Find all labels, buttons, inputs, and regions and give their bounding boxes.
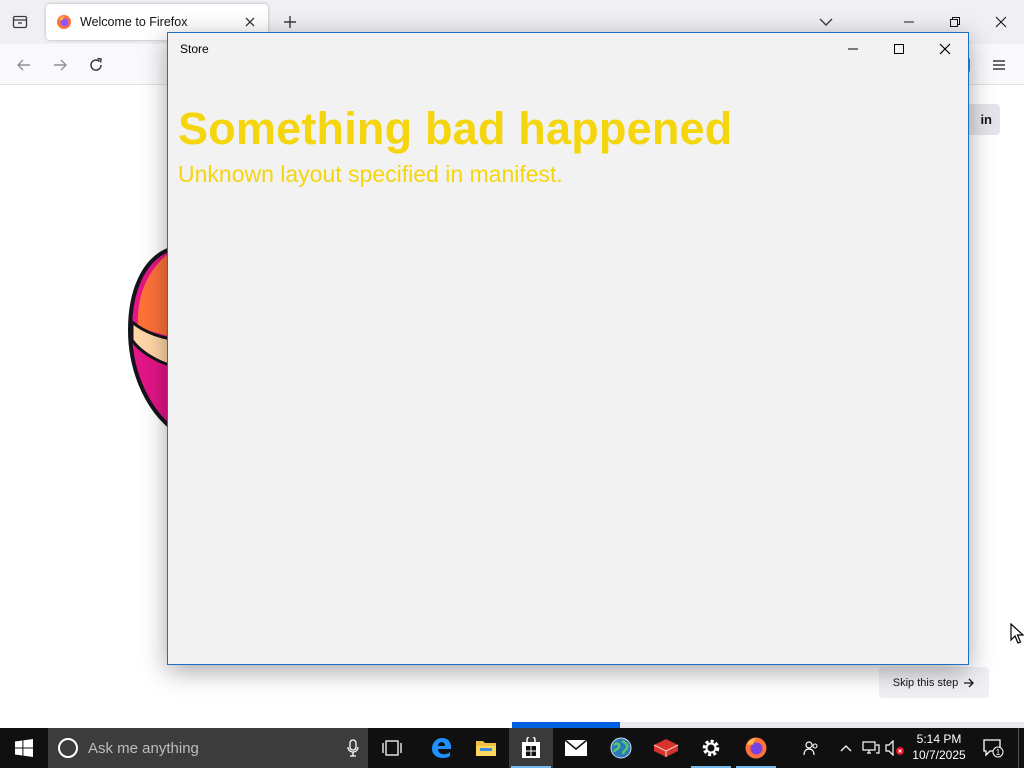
firefox-taskbar-button[interactable] xyxy=(734,728,778,768)
store-close-icon[interactable] xyxy=(922,33,968,64)
new-tab-icon[interactable] xyxy=(278,10,302,34)
volume-muted-icon xyxy=(885,740,904,756)
notification-icon: 1 xyxy=(983,739,1004,758)
arrow-right-icon xyxy=(964,678,975,687)
store-title-bar[interactable]: Store xyxy=(168,33,968,65)
globe-app-icon xyxy=(610,737,632,759)
settings-icon xyxy=(702,739,720,757)
windows-logo-icon xyxy=(15,739,33,757)
list-all-tabs-icon[interactable] xyxy=(814,10,838,34)
tab-title: Welcome to Firefox xyxy=(80,15,188,29)
firefox-icon xyxy=(745,737,767,759)
show-hidden-icons-button[interactable] xyxy=(836,728,856,768)
red-app-taskbar-button[interactable] xyxy=(644,728,688,768)
store-icon xyxy=(522,737,540,758)
firefox-view-button[interactable] xyxy=(6,8,34,36)
show-desktop-button[interactable] xyxy=(1018,728,1024,768)
red-app-icon xyxy=(653,739,679,757)
reload-icon[interactable] xyxy=(83,52,109,78)
mail-taskbar-button[interactable] xyxy=(554,728,598,768)
task-view-icon xyxy=(382,740,402,756)
task-view-button[interactable] xyxy=(370,728,414,768)
taskbar: Ask me anything 5:14 PM 10/7/2025 1 xyxy=(0,728,1024,768)
search-placeholder: Ask me anything xyxy=(88,739,199,757)
taskbar-clock[interactable]: 5:14 PM 10/7/2025 xyxy=(906,731,972,765)
firefox-view-icon xyxy=(12,15,28,29)
back-icon[interactable] xyxy=(11,52,37,78)
start-button[interactable] xyxy=(0,728,48,768)
skip-step-label: Skip this step xyxy=(892,676,959,689)
mouse-pointer-icon xyxy=(1010,623,1024,644)
clock-date: 10/7/2025 xyxy=(912,748,966,762)
store-window: Store Something bad happened Unknown lay… xyxy=(167,32,969,665)
cortana-icon xyxy=(58,738,78,758)
people-button[interactable] xyxy=(796,728,826,768)
file-explorer-taskbar-button[interactable] xyxy=(464,728,508,768)
people-icon xyxy=(803,741,818,756)
clock-time: 5:14 PM xyxy=(916,732,962,746)
sign-in-label: in xyxy=(980,112,992,127)
mail-icon xyxy=(564,739,588,756)
store-window-title: Store xyxy=(180,42,209,56)
file-explorer-icon xyxy=(476,741,496,756)
close-icon[interactable] xyxy=(978,0,1024,44)
store-window-controls xyxy=(830,33,968,64)
volume-tray-button[interactable] xyxy=(884,728,906,768)
forward-icon[interactable] xyxy=(47,52,73,78)
microphone-icon[interactable] xyxy=(338,728,368,768)
store-maximize-icon[interactable] xyxy=(876,33,922,64)
action-center-button[interactable]: 1 xyxy=(978,728,1008,768)
store-minimize-icon[interactable] xyxy=(830,33,876,64)
network-icon xyxy=(862,741,880,754)
error-message: Unknown layout specified in manifest. xyxy=(178,161,563,187)
error-title: Something bad happened xyxy=(178,103,733,154)
edge-icon xyxy=(432,738,451,758)
globe-app-taskbar-button[interactable] xyxy=(599,728,643,768)
chevron-up-icon xyxy=(840,745,852,752)
firefox-favicon-icon xyxy=(57,15,71,29)
network-tray-button[interactable] xyxy=(860,728,882,768)
notification-count: 1 xyxy=(996,748,1001,757)
skip-step-button[interactable]: Skip this step xyxy=(879,667,989,698)
store-taskbar-button[interactable] xyxy=(509,728,553,768)
edge-taskbar-button[interactable] xyxy=(419,728,463,768)
settings-taskbar-button[interactable] xyxy=(689,728,733,768)
cortana-search-box[interactable]: Ask me anything xyxy=(48,728,368,768)
menu-icon[interactable] xyxy=(986,52,1012,78)
tab-close-icon[interactable] xyxy=(238,10,262,34)
